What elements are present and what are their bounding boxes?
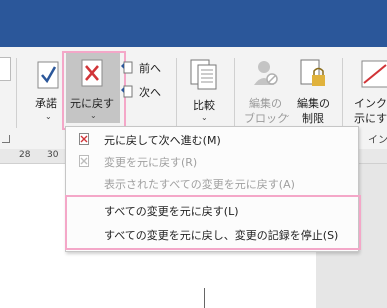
restrict-editing-label-2: 制限: [302, 112, 324, 125]
hide-ink-button[interactable]: インクを 示にす: [348, 55, 387, 127]
hide-ink-label-1: インクを: [354, 97, 387, 110]
restrict-editing-button[interactable]: 編集の 制限: [292, 55, 336, 127]
ink-icon: [361, 60, 387, 88]
reject-doc-icon: [79, 133, 89, 145]
chevron-down-icon: ⌄: [284, 110, 291, 119]
dialog-launcher-icon[interactable]: [2, 135, 10, 143]
reject-button-highlight: [62, 51, 126, 130]
next-change-icon: [121, 85, 133, 98]
accept-label: 承諾: [35, 97, 57, 110]
ruler-tick: 30: [47, 150, 59, 160]
page-edge-line: [204, 288, 205, 308]
ruler-tick: 28: [19, 150, 31, 160]
block-authors-label-1: 編集の: [249, 97, 282, 110]
accept-icon: [37, 61, 59, 89]
hide-ink-label-2: 示にす: [354, 112, 387, 125]
previous-change-icon: [121, 61, 133, 74]
restrict-editing-label-1: 編集の: [297, 97, 330, 110]
menu-item-label: 元に戻して次へ進む(M): [104, 134, 221, 147]
block-authors-label-2: ブロック: [244, 112, 288, 125]
menu-item-label: 変更を元に戻す(R): [104, 156, 198, 169]
menu-item-reject-change[interactable]: 変更を元に戻す(R): [66, 150, 358, 172]
next-button[interactable]: 次へ: [120, 83, 170, 101]
reject-doc-icon: [79, 155, 89, 167]
chevron-down-icon: ⌄: [45, 112, 52, 121]
menu-item-label: 表示されたすべての変更を元に戻す(A): [104, 178, 295, 191]
previous-label: 前へ: [139, 62, 161, 75]
ribbon-separator: [342, 58, 343, 128]
menu-item-reject-and-next[interactable]: 元に戻して次へ進む(M): [66, 128, 358, 150]
compare-button[interactable]: 比較 ⌄: [186, 55, 226, 127]
restrict-editing-icon: [300, 59, 325, 86]
title-bar: [0, 0, 387, 47]
next-label: 次へ: [139, 86, 161, 99]
block-authors-icon: [254, 61, 278, 85]
menu-item-reject-all-shown[interactable]: 表示されたすべての変更を元に戻す(A): [66, 172, 358, 194]
menu-items-highlight: [65, 195, 361, 250]
ribbon-separator: [234, 58, 235, 128]
compare-label: 比較: [193, 99, 215, 112]
compare-icon: [190, 59, 217, 90]
previous-button[interactable]: 前へ: [120, 59, 170, 77]
block-authors-button[interactable]: 編集の ブロック ⌄: [244, 55, 291, 127]
accept-button[interactable]: 承諾 ⌄: [30, 55, 66, 127]
ribbon-separator: [176, 58, 177, 128]
chevron-down-icon: ⌄: [201, 113, 208, 122]
ink-group-label: イン: [368, 135, 387, 146]
ribbon-separator: [16, 58, 17, 128]
partial-dropdown[interactable]: [0, 57, 11, 81]
